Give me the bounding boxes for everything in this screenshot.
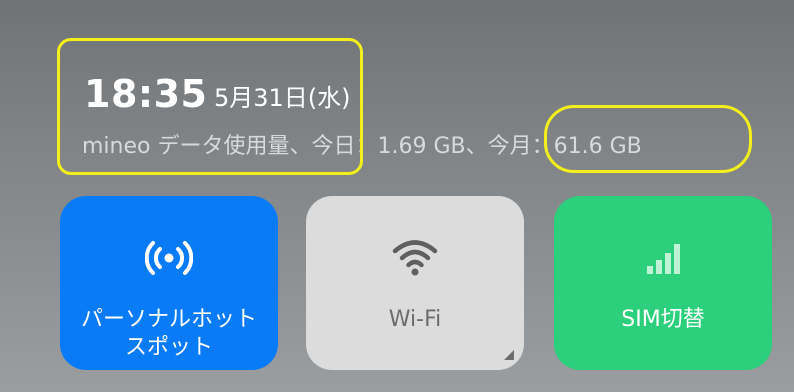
hotspot-label: パーソナルホット スポット [60,306,278,362]
hotspot-tile[interactable]: パーソナルホット スポット [60,196,278,370]
hotspot-label-line2: スポット [124,335,213,360]
hotspot-label-line1: パーソナルホット [80,307,257,332]
sim-switch-tile[interactable]: SIM切替 [554,196,772,370]
wifi-tile[interactable]: Wi-Fi [306,196,524,370]
highlight-time-date [57,38,363,175]
expand-corner-icon[interactable] [504,350,514,360]
signal-bars-icon [647,244,680,274]
sim-switch-label: SIM切替 [621,307,705,332]
wifi-icon [392,240,438,276]
wifi-label: Wi-Fi [388,307,442,332]
hotspot-icon [145,241,193,275]
highlight-monthly-usage [544,105,752,173]
